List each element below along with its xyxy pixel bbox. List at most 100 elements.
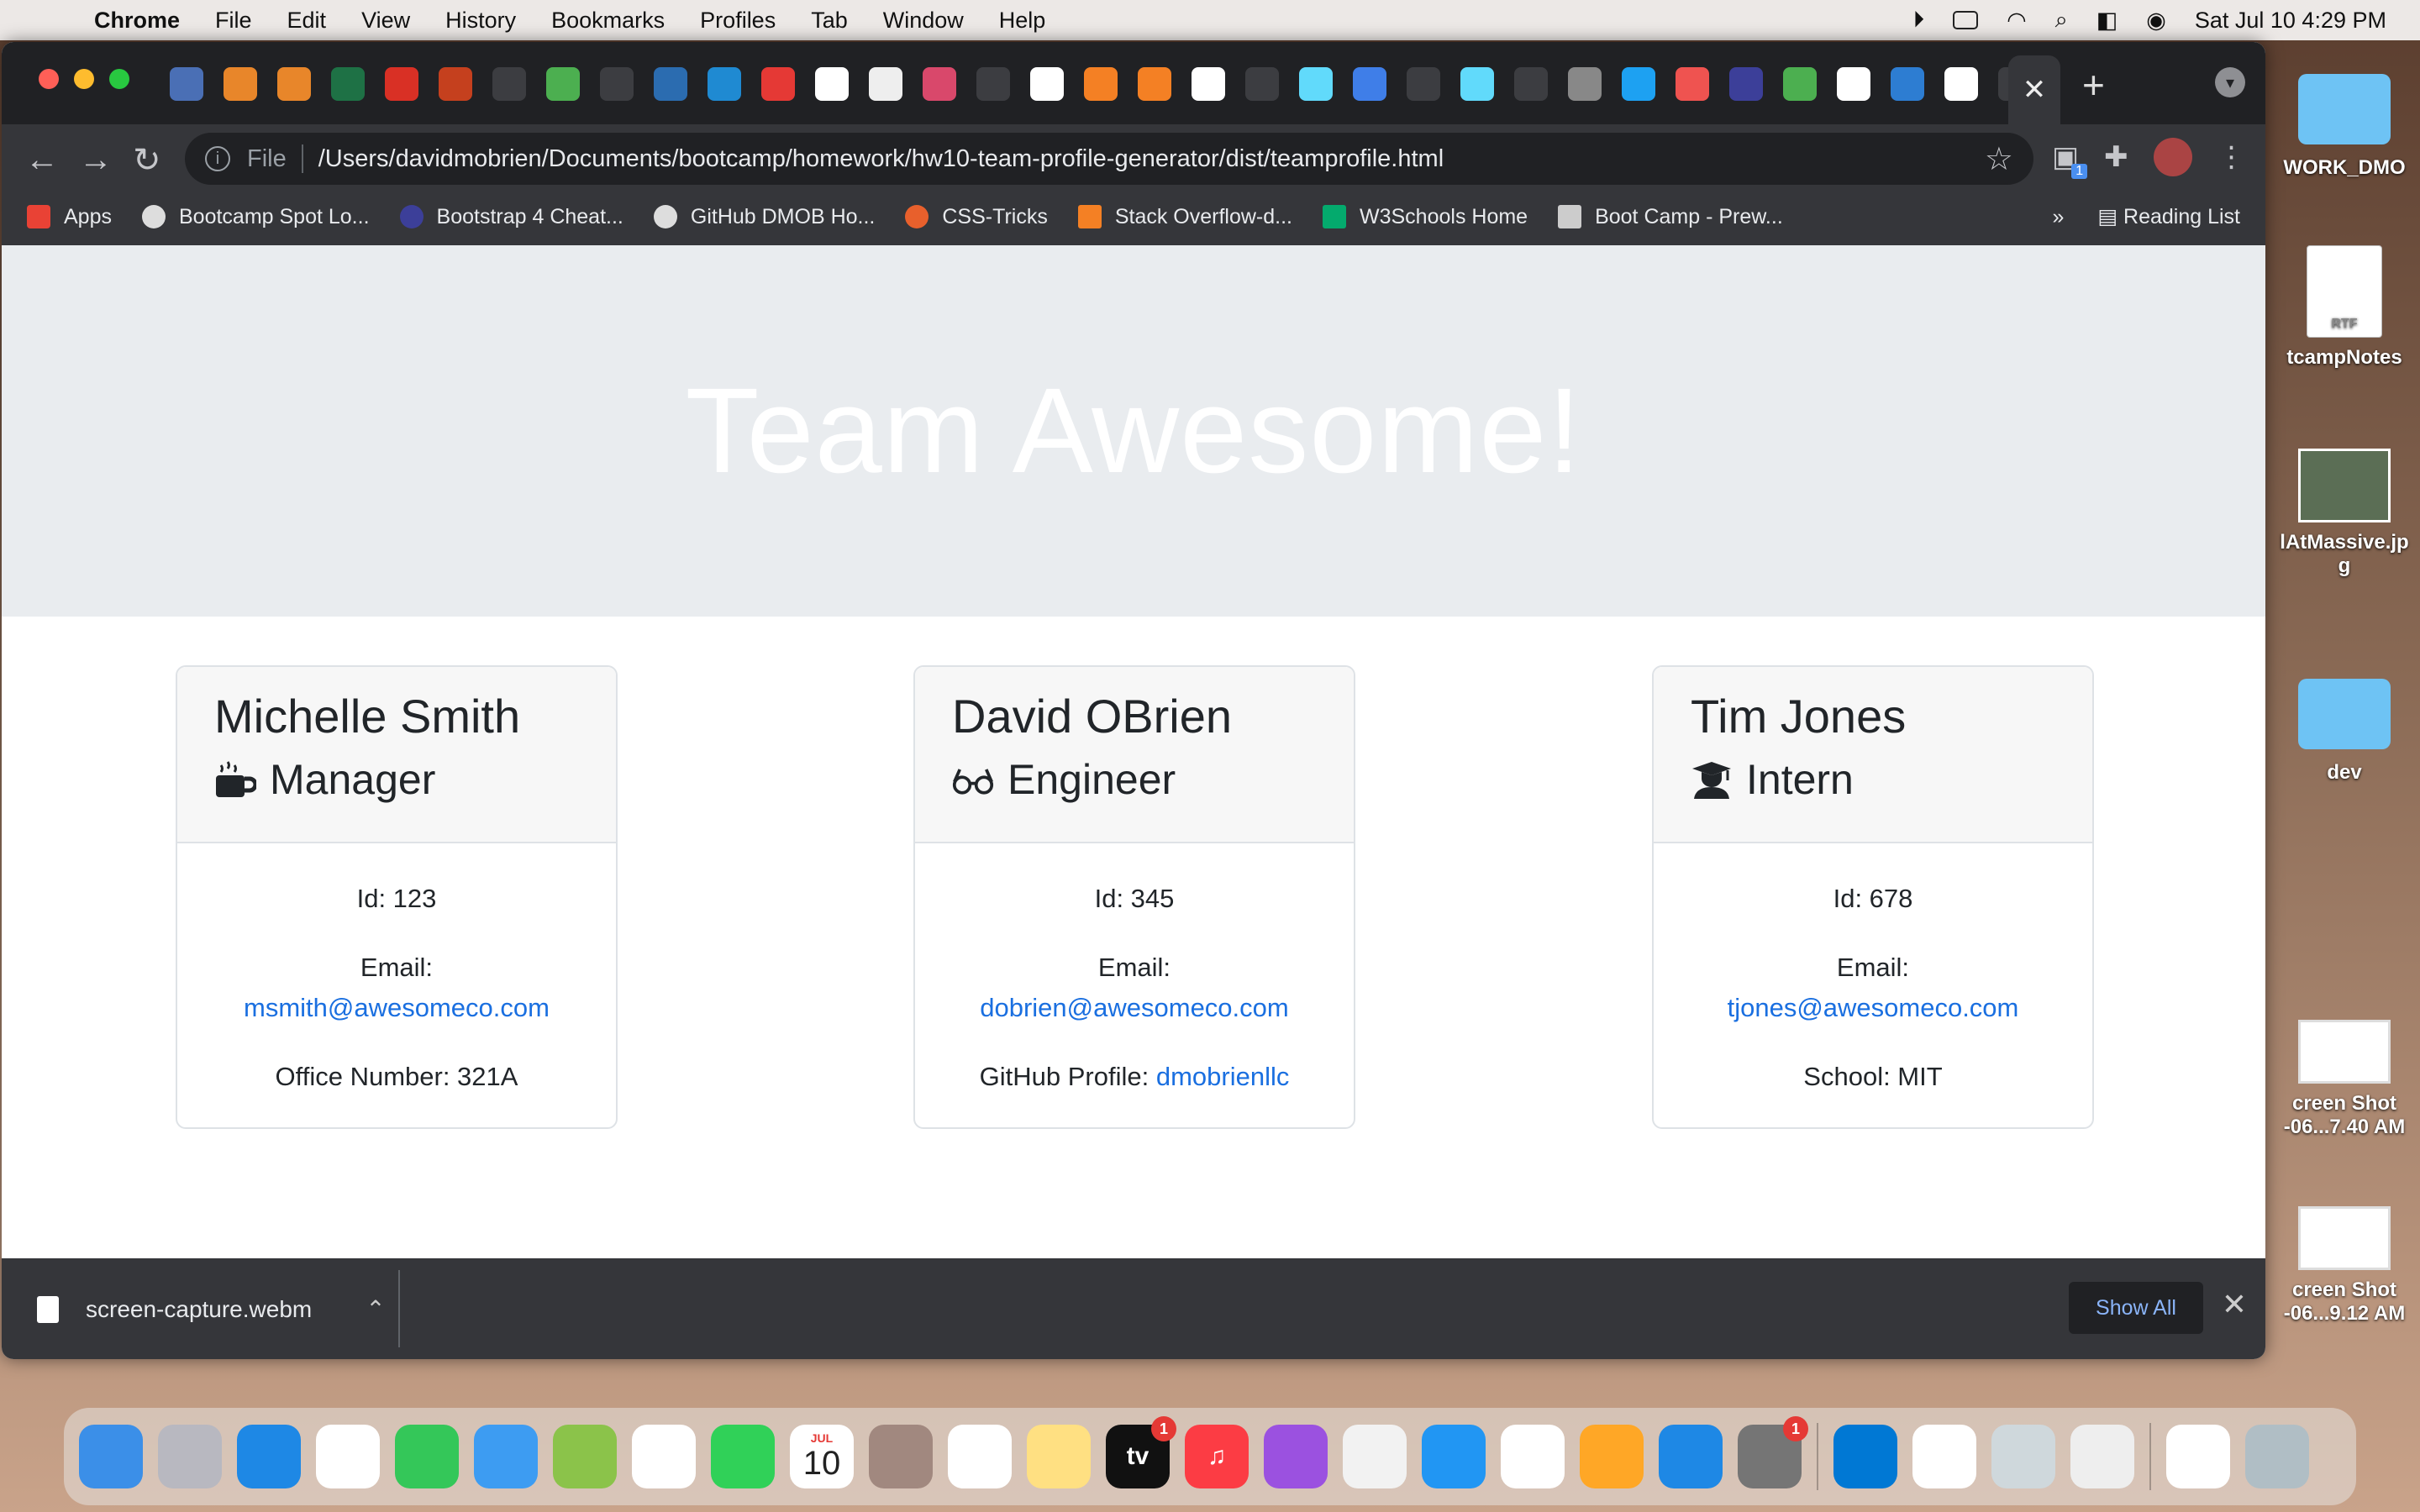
keynote-icon[interactable] <box>1422 1425 1486 1488</box>
reload-icon[interactable]: ↻ <box>133 141 161 180</box>
tab-favicon-icon[interactable] <box>1622 67 1655 101</box>
new-tab-button[interactable]: + <box>2082 62 2105 108</box>
kebab-menu-icon[interactable]: ⋮ <box>2217 140 2246 174</box>
tab-favicon-icon[interactable] <box>1783 67 1817 101</box>
email-link[interactable]: tjones@awesomeco.com <box>1728 993 2019 1022</box>
minimize-window-button[interactable] <box>74 69 94 89</box>
bookmark-apps[interactable]: Apps <box>27 205 112 229</box>
tab-favicon-icon[interactable] <box>600 67 634 101</box>
menu-tab[interactable]: Tab <box>811 8 848 34</box>
tab-favicon-icon[interactable] <box>1729 67 1763 101</box>
email-link[interactable]: dobrien@awesomeco.com <box>980 993 1288 1022</box>
menu-view[interactable]: View <box>361 8 410 34</box>
bookmark-star-icon[interactable]: ☆ <box>1985 140 2013 178</box>
tab-favicon-icon[interactable] <box>1192 67 1225 101</box>
bookmark-item[interactable]: CSS-Tricks <box>905 205 1048 229</box>
messages-icon[interactable] <box>395 1425 459 1488</box>
pages-icon[interactable] <box>1580 1425 1644 1488</box>
desktop-screenshot-2[interactable]: creen Shot -06...9.12 AM <box>2277 1206 2412 1326</box>
forward-arrow-icon[interactable]: → <box>79 141 113 179</box>
zoom-window-button[interactable] <box>109 69 129 89</box>
battery-icon[interactable] <box>1953 11 1979 29</box>
download-item[interactable]: screen-capture.webm ⌃ <box>37 1295 386 1323</box>
tab-favicon-icon[interactable] <box>1944 67 1978 101</box>
textedit-icon[interactable] <box>2070 1425 2134 1488</box>
tab-favicon-icon[interactable] <box>1514 67 1548 101</box>
menu-profiles[interactable]: Profiles <box>700 8 776 34</box>
info-icon[interactable]: i <box>205 146 230 171</box>
launchpad-icon[interactable] <box>158 1425 222 1488</box>
maps-icon[interactable] <box>553 1425 617 1488</box>
menu-history[interactable]: History <box>445 8 516 34</box>
bookmarks-overflow-button[interactable]: » <box>2053 205 2065 229</box>
desktop-folder-work[interactable]: WORK_DMO <box>2277 74 2412 180</box>
music-icon[interactable]: ♫ <box>1185 1425 1249 1488</box>
play-icon[interactable]: ⏵ <box>1913 7 1925 34</box>
vscode-icon[interactable] <box>1833 1425 1897 1488</box>
bookmark-item[interactable]: Bootstrap 4 Cheat... <box>399 205 623 229</box>
tab-favicon-icon[interactable] <box>1245 67 1279 101</box>
tab-favicon-icon[interactable] <box>815 67 849 101</box>
bookmark-item[interactable]: Boot Camp - Prew... <box>1558 205 1783 229</box>
email-link[interactable]: msmith@awesomeco.com <box>244 993 550 1022</box>
active-tab-close-icon[interactable]: ✕ <box>2008 55 2060 124</box>
menu-window[interactable]: Window <box>883 8 964 34</box>
tab-favicon-icon[interactable] <box>439 67 472 101</box>
slack-icon[interactable] <box>1912 1425 1976 1488</box>
search-icon[interactable]: ⌕ <box>2055 7 2068 34</box>
tab-favicon-icon[interactable] <box>546 67 580 101</box>
desktop-screenshot-1[interactable]: creen Shot -06...7.40 AM <box>2277 1020 2412 1139</box>
tab-favicon-icon[interactable] <box>1407 67 1440 101</box>
tab-favicon-icon[interactable] <box>170 67 203 101</box>
bookmark-item[interactable]: Stack Overflow-d... <box>1077 205 1292 229</box>
notes-icon[interactable] <box>1027 1425 1091 1488</box>
finder-icon[interactable] <box>79 1425 143 1488</box>
reminders-icon[interactable] <box>948 1425 1012 1488</box>
tab-favicon-icon[interactable] <box>761 67 795 101</box>
menu-file[interactable]: File <box>215 8 252 34</box>
chevron-up-icon[interactable]: ⌃ <box>366 1295 385 1323</box>
address-bar[interactable]: i File /Users/davidmobrien/Documents/boo… <box>185 133 2033 185</box>
puzzle-icon[interactable]: ✚ <box>2104 140 2128 174</box>
tab-favicon-icon[interactable] <box>1891 67 1924 101</box>
tab-favicon-icon[interactable] <box>654 67 687 101</box>
podcasts-icon[interactable] <box>1264 1425 1328 1488</box>
apple-tv-icon[interactable]: tv 1 <box>1106 1416 1176 1488</box>
desktop-file-notes[interactable]: RTF tcampNotes <box>2277 245 2412 370</box>
menu-help[interactable]: Help <box>999 8 1046 34</box>
bookmark-item[interactable]: GitHub DMOB Ho... <box>653 205 875 229</box>
show-all-button[interactable]: Show All <box>2069 1282 2203 1334</box>
mail-icon[interactable] <box>474 1425 538 1488</box>
contacts-icon[interactable] <box>869 1425 933 1488</box>
app-store-icon[interactable] <box>1659 1425 1723 1488</box>
back-arrow-icon[interactable]: ← <box>25 141 59 179</box>
trash-icon[interactable] <box>2245 1425 2309 1488</box>
tab-favicon-icon[interactable] <box>976 67 1010 101</box>
close-downloads-icon[interactable]: ✕ <box>2222 1287 2247 1322</box>
news-icon[interactable] <box>1343 1425 1407 1488</box>
tab-favicon-icon[interactable] <box>1138 67 1171 101</box>
github-link[interactable]: dmobrienllc <box>1156 1062 1290 1091</box>
preview-icon[interactable] <box>1991 1425 2055 1488</box>
tab-favicon-icon[interactable] <box>1299 67 1333 101</box>
wifi-icon[interactable]: ◠ <box>2007 8 2027 34</box>
chrome-icon[interactable] <box>316 1425 380 1488</box>
address-url[interactable]: /Users/davidmobrien/Documents/bootcamp/h… <box>318 145 1444 173</box>
menu-datetime[interactable]: Sat Jul 10 4:29 PM <box>2195 8 2386 34</box>
photos-icon[interactable] <box>632 1425 696 1488</box>
chrome-document-icon[interactable] <box>2166 1425 2230 1488</box>
tab-favicon-icon[interactable] <box>1084 67 1118 101</box>
siri-icon[interactable]: ◉ <box>2146 8 2166 34</box>
tab-favicon-icon[interactable] <box>1837 67 1870 101</box>
tab-favicon-icon[interactable] <box>277 67 311 101</box>
tab-favicon-icon[interactable] <box>923 67 956 101</box>
profile-avatar[interactable] <box>2153 138 2192 176</box>
desktop-folder-dev[interactable]: dev <box>2277 679 2412 785</box>
tab-favicon-icon[interactable] <box>385 67 418 101</box>
reading-list-button[interactable]: ▤ Reading List <box>2097 204 2240 229</box>
calendar-icon[interactable]: JUL 10 <box>790 1425 854 1488</box>
tab-favicon-icon[interactable] <box>1568 67 1602 101</box>
tab-favicon-icon[interactable] <box>869 67 902 101</box>
system-preferences-icon[interactable]: 1 <box>1738 1416 1808 1488</box>
tab-favicon-icon[interactable] <box>1030 67 1064 101</box>
